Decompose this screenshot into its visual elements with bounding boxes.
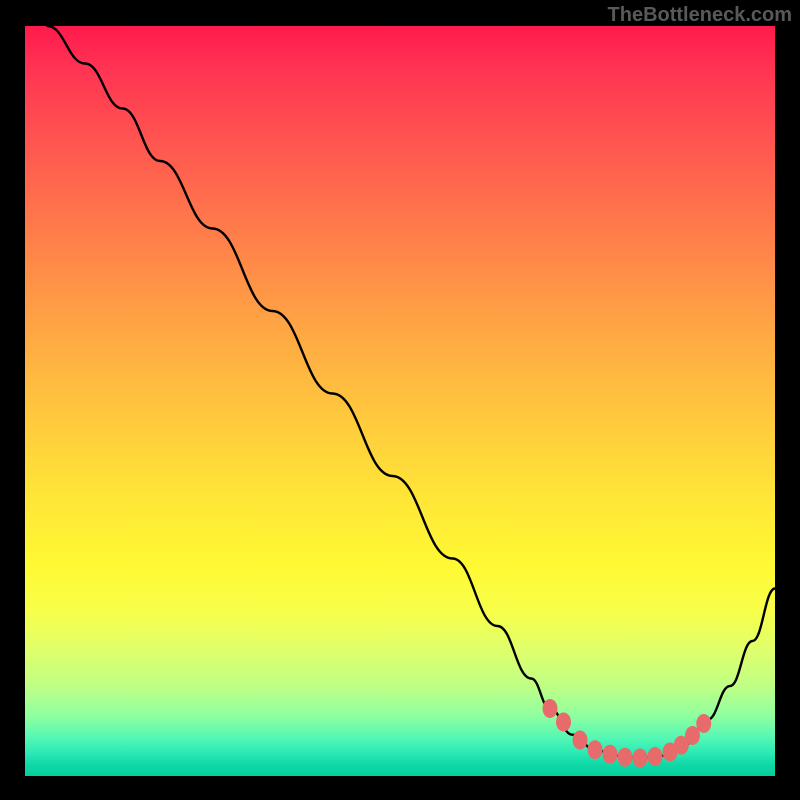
marker-bead [618, 748, 633, 767]
marker-bead [543, 699, 558, 718]
bottleneck-curve [48, 26, 776, 758]
plot-area [25, 26, 775, 776]
marker-bead [648, 747, 663, 766]
chart-svg [25, 26, 775, 776]
source-watermark: TheBottleneck.com [608, 4, 792, 27]
chart-frame: TheBottleneck.com [0, 0, 800, 800]
marker-bead [633, 749, 648, 768]
marker-bead [556, 713, 571, 732]
marker-bead [588, 740, 603, 759]
marker-bead [603, 745, 618, 764]
marker-bead [573, 731, 588, 750]
marker-bead [696, 714, 711, 733]
